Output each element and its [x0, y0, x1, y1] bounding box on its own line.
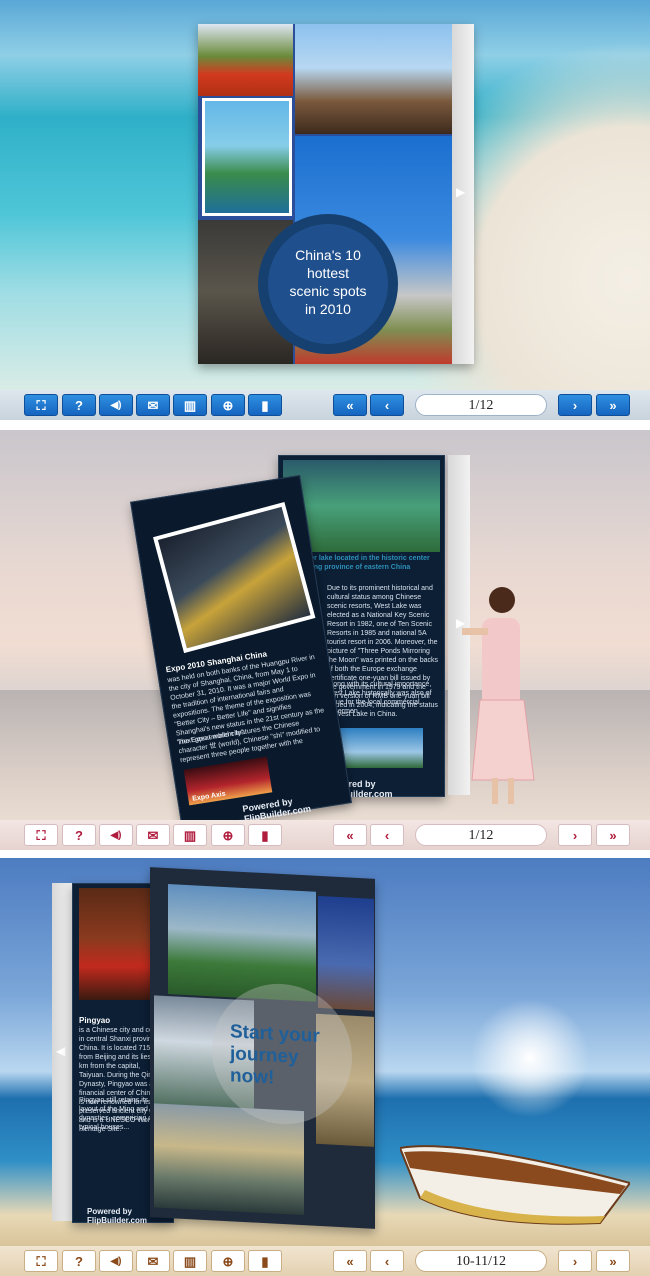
thumbnails-icon[interactable]: ▥	[173, 394, 207, 416]
photo-pagoda	[295, 24, 453, 134]
zoom-icon[interactable]: ⊕	[211, 824, 245, 846]
screenshot-panel-2: Best-ever lake located in the historic c…	[0, 430, 650, 850]
last-page-button[interactable]: »	[596, 1250, 630, 1272]
last-page-button[interactable]: »	[596, 394, 630, 416]
photo-river-valley	[168, 884, 316, 1002]
toolbar: ⛶ ? ◀) ✉ ▥ ⊕ ▮ « ‹ 1/12 › »	[0, 820, 650, 850]
fullscreen-icon[interactable]: ⛶	[24, 824, 58, 846]
fullscreen-icon[interactable]: ⛶	[24, 1250, 58, 1272]
beach-background: China's 10 hottest scenic spots in 2010 …	[0, 0, 650, 390]
next-page-button[interactable]: ›	[558, 1250, 592, 1272]
photo-pagoda-small	[339, 728, 423, 768]
photo-red-garden	[198, 24, 293, 96]
next-page-button[interactable]: ›	[558, 824, 592, 846]
left-page-heading: Pingyao	[79, 1016, 111, 1025]
screenshot-panel-3: ◀ Pingyao is a Chinese city and county i…	[0, 858, 650, 1276]
help-icon[interactable]: ?	[62, 394, 96, 416]
photo-expo	[153, 501, 316, 654]
email-icon[interactable]: ✉	[136, 394, 170, 416]
turning-page[interactable]: Start your journey now!	[150, 867, 375, 1229]
page-indicator[interactable]: 1/12	[415, 394, 547, 416]
right-page-body-2: Along with its cultural importance, West…	[327, 681, 432, 715]
cover-title: China's 10 hottest scenic spots in 2010	[289, 247, 367, 317]
zoom-icon[interactable]: ⊕	[211, 1250, 245, 1272]
photo-tower	[318, 895, 374, 1011]
thumbnails-icon[interactable]: ▥	[173, 1250, 207, 1272]
last-page-button[interactable]: »	[596, 824, 630, 846]
book-cover[interactable]: China's 10 hottest scenic spots in 2010	[198, 24, 473, 364]
email-icon[interactable]: ✉	[136, 824, 170, 846]
first-page-button[interactable]: «	[333, 824, 367, 846]
email-icon[interactable]: ✉	[136, 1250, 170, 1272]
first-page-button[interactable]: «	[333, 1250, 367, 1272]
zoom-icon[interactable]: ⊕	[211, 394, 245, 416]
fullscreen-icon[interactable]: ⛶	[24, 394, 58, 416]
screenshot-panel-1: China's 10 hottest scenic spots in 2010 …	[0, 0, 650, 420]
boat	[398, 1128, 632, 1238]
sound-icon[interactable]: ◀)	[99, 1250, 133, 1272]
page-indicator[interactable]: 1/12	[415, 824, 547, 846]
sunset-beach-background: Best-ever lake located in the historic c…	[0, 430, 650, 820]
prev-page-button[interactable]: ‹	[370, 394, 404, 416]
next-page-arrow-icon[interactable]: ▶	[456, 185, 465, 199]
first-page-button[interactable]: «	[333, 394, 367, 416]
help-icon[interactable]: ?	[62, 824, 96, 846]
prev-page-button[interactable]: ‹	[370, 1250, 404, 1272]
page-indicator[interactable]: 10-11/12	[415, 1250, 547, 1272]
page-icon[interactable]: ▮	[248, 1250, 282, 1272]
girl-pushing-book	[462, 580, 542, 810]
prev-page-arrow-icon[interactable]: ◀	[56, 1044, 65, 1058]
prev-page-button[interactable]: ‹	[370, 824, 404, 846]
page-icon[interactable]: ▮	[248, 824, 282, 846]
help-icon[interactable]: ?	[62, 1250, 96, 1272]
sound-icon[interactable]: ◀)	[99, 824, 133, 846]
sound-icon[interactable]: ◀)	[99, 394, 133, 416]
sun-glow	[470, 998, 590, 1118]
journey-text: Start your journey now!	[230, 1021, 320, 1089]
next-page-button[interactable]: ›	[558, 394, 592, 416]
photo-palm-beach	[202, 98, 292, 216]
toolbar: ⛶ ? ◀) ✉ ▥ ⊕ ▮ « ‹ 1/12 › »	[0, 390, 650, 420]
thumbnails-icon[interactable]: ▥	[173, 824, 207, 846]
boat-beach-background: ◀ Pingyao is a Chinese city and county i…	[0, 858, 650, 1246]
toolbar: ⛶ ? ◀) ✉ ▥ ⊕ ▮ « ‹ 10-11/12 › »	[0, 1246, 650, 1276]
page-icon[interactable]: ▮	[248, 394, 282, 416]
